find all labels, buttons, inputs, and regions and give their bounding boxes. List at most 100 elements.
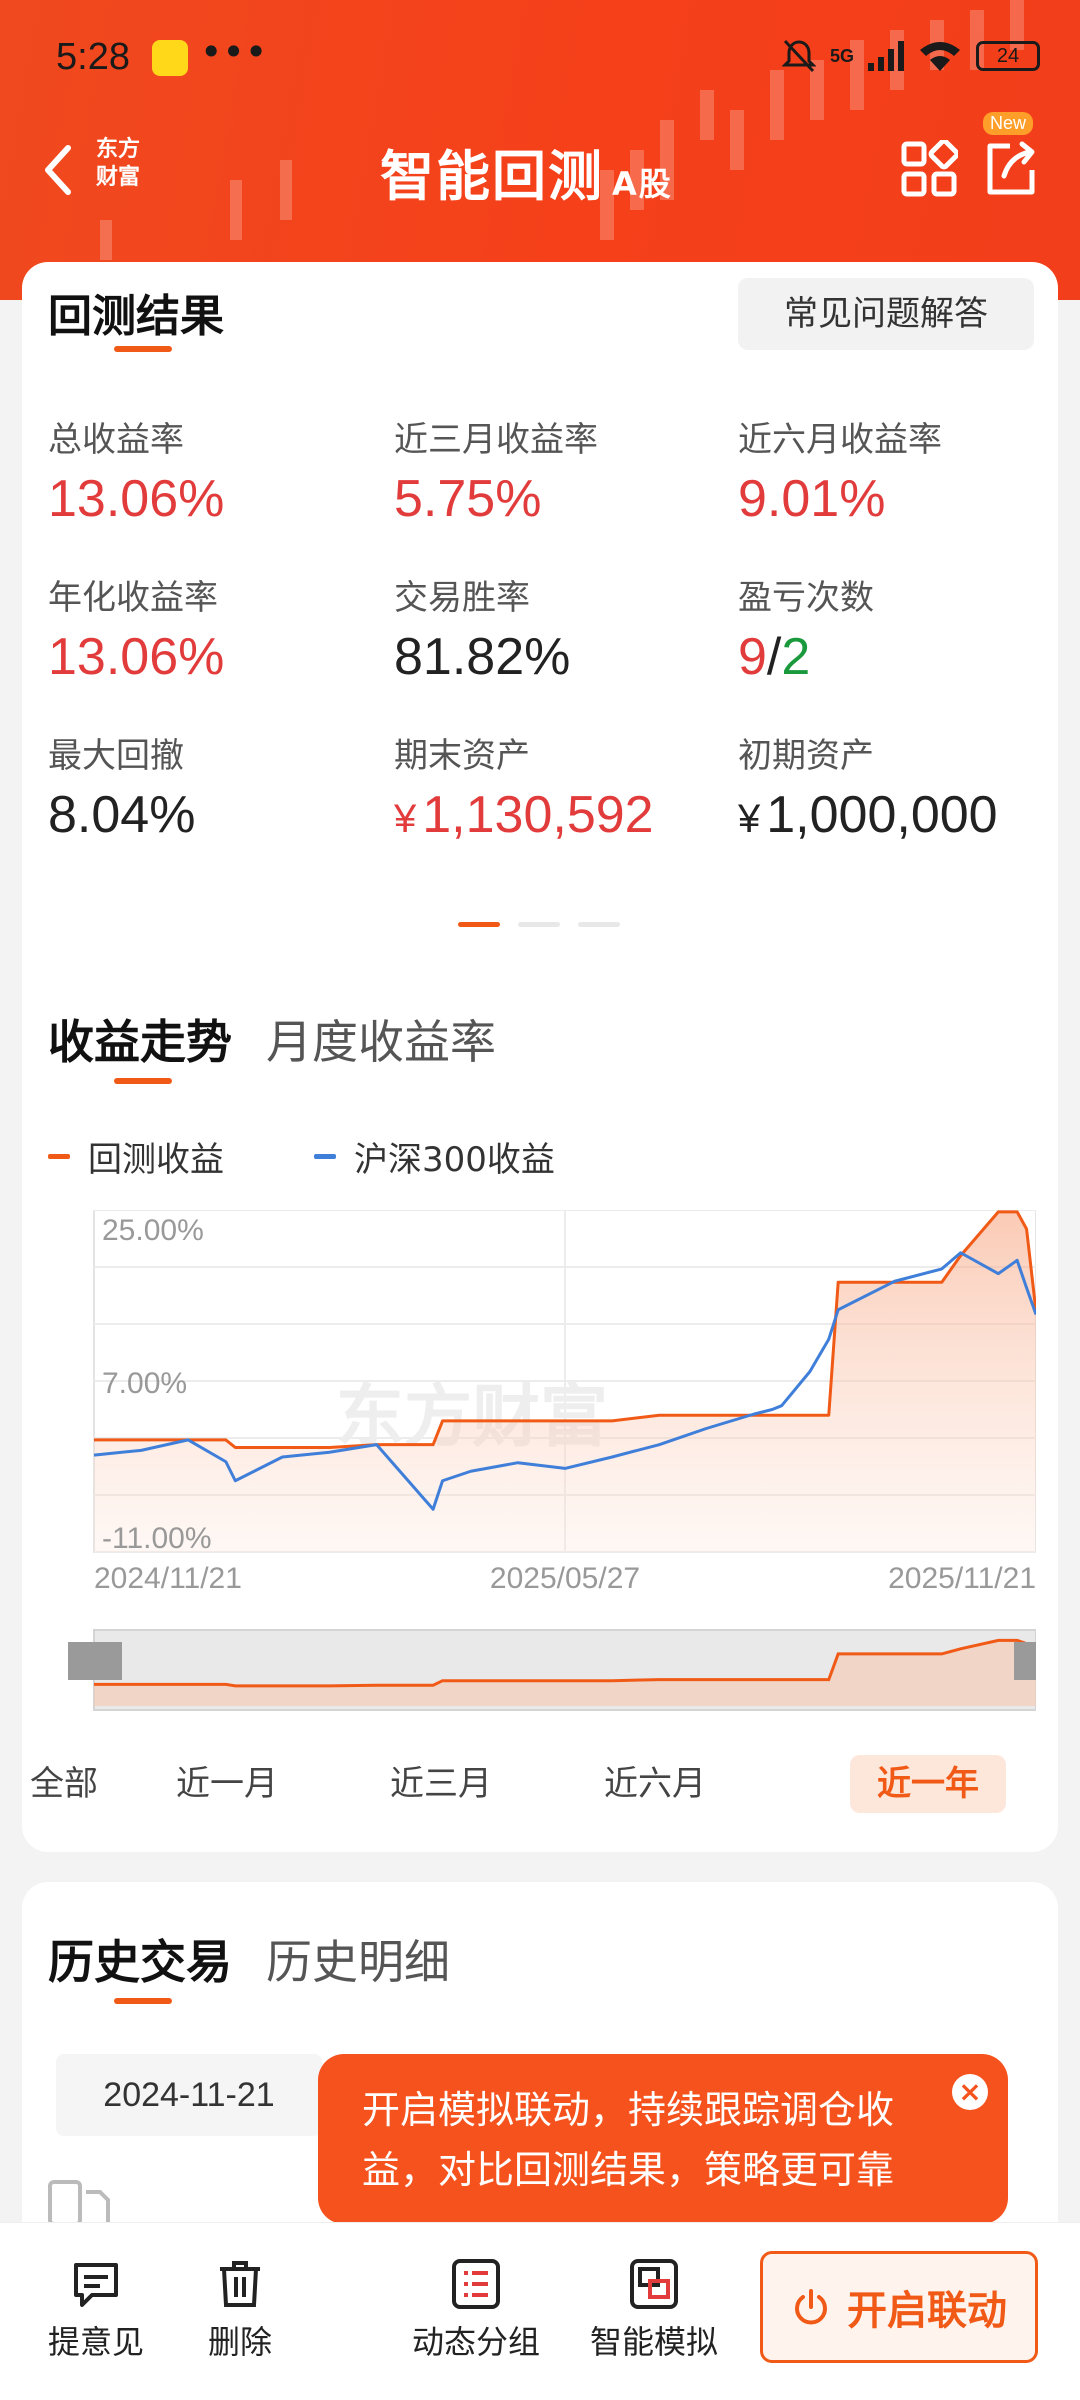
metric-value: ¥1,130,592 [394, 785, 724, 845]
legend-swatch [48, 1154, 70, 1159]
legend-label: 回测收益 [88, 1140, 224, 1180]
start-linkage-label: 开启联动 [847, 2288, 1007, 2334]
status-bar: 5:28 ••• 5G 24 [0, 30, 1080, 90]
bottom-bar: 提意见 删除 动态分组 智能模拟 开启联动 [0, 2222, 1080, 2400]
metric-value: 13.06% [48, 470, 225, 528]
navigator-right-handle[interactable] [1014, 1642, 1036, 1680]
logo-line2: 财富 [95, 165, 140, 190]
y-tick-label: -11.00% [102, 1522, 212, 1555]
new-badge: New [983, 112, 1034, 135]
metric-value: 81.82% [394, 628, 571, 686]
feedback-label: 提意见 [47, 2323, 144, 2361]
trash-icon [220, 2261, 260, 2307]
metric-final-assets: 期末资产 ¥1,130,592 [394, 728, 724, 845]
metric-label: 近六月收益率 [738, 420, 942, 460]
metric-annual-return: 年化收益率 13.06% [48, 570, 378, 687]
status-time: 5:28 [56, 36, 130, 78]
feedback-button[interactable]: 提意见 [40, 2259, 152, 2363]
document-icon [48, 2180, 110, 2226]
tooltip-text: 开启模拟联动，持续跟踪调仓收益，对比回测结果，策略更可靠 [362, 2088, 895, 2192]
x-tick-label: 2025/05/27 [490, 1562, 640, 1595]
close-icon[interactable]: × [952, 2074, 988, 2110]
y-tick-label: 7.00% [102, 1367, 187, 1400]
metric-max-drawdown: 最大回撤 8.04% [48, 728, 378, 845]
page-dot-active [458, 922, 500, 927]
final-assets-value: 1,130,592 [422, 786, 654, 844]
results-title: 回测结果 [48, 291, 224, 342]
chart-legend: 回测收益 沪深300收益 [48, 1132, 555, 1181]
metric-value: 9.01% [738, 470, 886, 528]
history-date[interactable]: 2024-11-21 [56, 2054, 322, 2136]
smart-simulate-label: 智能模拟 [589, 2323, 718, 2361]
linkage-tooltip: 开启模拟联动，持续跟踪调仓收益，对比回测结果，策略更可靠 × [318, 2054, 1008, 2224]
y-tick-label: 25.00% [102, 1214, 204, 1247]
range-tab-all[interactable]: 全部 [28, 1755, 100, 1813]
return-trend-chart[interactable]: 东方财富 25.00%7.00%-11.00% 2024/11/21 2025/0… [66, 1210, 1036, 1790]
range-tab-3m[interactable]: 近三月 [386, 1755, 496, 1813]
wifi-icon [920, 42, 960, 71]
metric-label: 交易胜率 [394, 578, 530, 618]
metric-label: 初期资产 [738, 736, 874, 776]
metric-win-rate: 交易胜率 81.82% [394, 570, 724, 687]
metric-value: 9/2 [738, 627, 1068, 687]
initial-assets-value: 1,000,000 [766, 786, 998, 844]
dynamic-group-label: 动态分组 [411, 2323, 540, 2361]
page-title-text: 智能回测 [380, 145, 604, 208]
page-title-suffix: A股 [612, 165, 673, 203]
share-icon[interactable] [980, 136, 1040, 200]
legend-swatch [314, 1154, 336, 1159]
history-tab-underline [114, 1998, 172, 2004]
metric-value: 8.04% [48, 786, 196, 844]
eastmoney-logo: 东方 财富 [88, 136, 148, 200]
legend-item-hs300: 沪深300收益 [314, 1132, 555, 1181]
tab-return-trend[interactable]: 收益走势 [48, 1006, 232, 1072]
metric-label: 总收益率 [48, 420, 184, 460]
win-count: 9 [738, 628, 767, 686]
range-tab-6m[interactable]: 近六月 [600, 1755, 710, 1813]
logo-line1: 东方 [95, 137, 140, 162]
results-title-underline [114, 346, 172, 352]
page-indicator [458, 922, 620, 927]
signal-icon [868, 41, 904, 71]
delete-button[interactable]: 删除 [198, 2259, 282, 2363]
currency-symbol: ¥ [738, 797, 761, 841]
range-tab-1m[interactable]: 近一月 [172, 1755, 282, 1813]
metric-value: ¥1,000,000 [738, 785, 1058, 845]
dynamic-group-button[interactable]: 动态分组 [404, 2259, 548, 2363]
results-card: 回测结果 常见问题解答 总收益率 13.06% 近三月收益率 5.75% 近六月… [22, 262, 1058, 1852]
trend-tab-underline [114, 1078, 172, 1084]
start-linkage-button[interactable]: 开启联动 [760, 2251, 1038, 2363]
metric-6m-return: 近六月收益率 9.01% [738, 412, 1068, 529]
tab-history-detail[interactable]: 历史明细 [266, 1926, 450, 1992]
notification-app-icon [152, 40, 188, 76]
metric-label: 年化收益率 [48, 578, 218, 618]
back-icon[interactable] [38, 140, 88, 200]
delete-label: 删除 [207, 2323, 272, 2361]
metric-label: 盈亏次数 [738, 578, 874, 618]
range-tabs: 全部 近一月 近三月 近六月 近一年 [22, 1755, 1058, 1815]
metric-label: 最大回撤 [48, 736, 184, 776]
metric-label: 近三月收益率 [394, 420, 598, 460]
navigator-left-handle[interactable] [68, 1642, 122, 1680]
list-icon [452, 2259, 500, 2309]
page-title: 智能回测 A股 [380, 132, 673, 211]
faq-button[interactable]: 常见问题解答 [738, 278, 1034, 350]
mute-bell-icon [781, 39, 816, 73]
smart-simulate-button[interactable]: 智能模拟 [582, 2259, 726, 2363]
win-loss-separator: / [766, 628, 782, 686]
status-more: ••• [200, 30, 268, 74]
nav-bar: 东方 财富 智能回测 A股 [0, 120, 1080, 220]
metric-3m-return: 近三月收益率 5.75% [394, 412, 724, 529]
grid-icon[interactable] [900, 140, 958, 198]
power-icon [795, 2289, 827, 2325]
x-tick-label: 2025/11/21 [888, 1562, 1036, 1595]
metric-value: 5.75% [394, 470, 542, 528]
page-dot [518, 922, 560, 927]
tab-monthly-return[interactable]: 月度收益率 [266, 1006, 496, 1072]
metric-label: 期末资产 [394, 736, 530, 776]
tab-history-trades[interactable]: 历史交易 [48, 1926, 232, 1992]
range-tab-1y[interactable]: 近一年 [850, 1755, 1006, 1813]
feedback-icon [74, 2263, 118, 2307]
simulate-icon [630, 2259, 678, 2309]
metric-initial-assets: 初期资产 ¥1,000,000 [738, 728, 1058, 845]
